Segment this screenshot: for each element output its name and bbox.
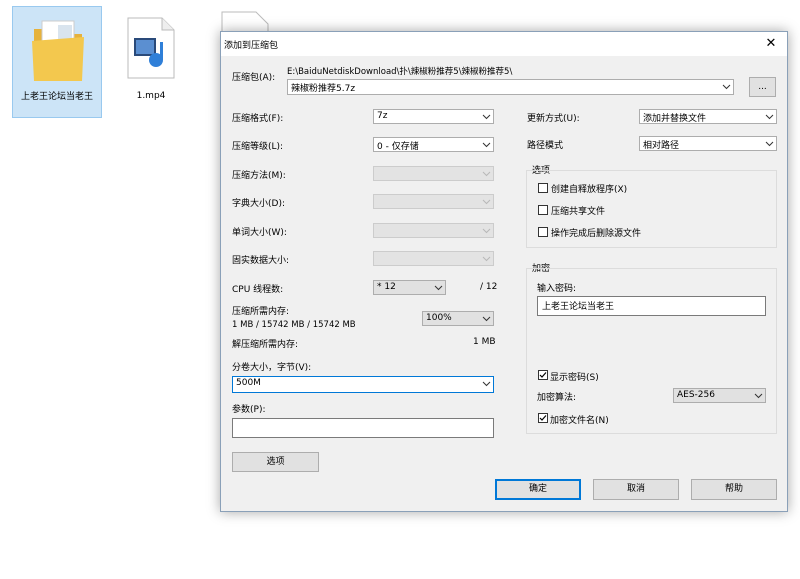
video-file-label: 1.mp4 bbox=[136, 91, 166, 101]
delete-checkbox[interactable] bbox=[538, 227, 548, 237]
path-mode-value: 相对路径 bbox=[643, 141, 680, 151]
desktop-video-item[interactable]: 1.mp4 bbox=[106, 6, 196, 118]
chevron-down-icon bbox=[482, 114, 491, 120]
dict-select bbox=[373, 194, 494, 209]
dict-label: 字典大小(D): bbox=[232, 199, 285, 209]
update-label: 更新方式(U): bbox=[527, 114, 580, 124]
solid-select bbox=[373, 251, 494, 266]
level-value: 0 - 仅存储 bbox=[377, 142, 419, 152]
mem-decompress-label: 解压缩所需内存: bbox=[232, 340, 299, 350]
check-icon bbox=[539, 415, 547, 421]
help-label: 帮助 bbox=[724, 484, 743, 494]
enc-method-select[interactable]: AES-256 bbox=[673, 388, 766, 403]
chevron-down-icon bbox=[482, 316, 491, 322]
cancel-label: 取消 bbox=[626, 484, 645, 494]
check-icon bbox=[539, 372, 547, 378]
encrypt-names-label: 加密文件名(N) bbox=[550, 416, 609, 426]
cpu-value: * 12 bbox=[377, 282, 396, 292]
folder-icon bbox=[32, 20, 84, 81]
format-select[interactable]: 7z bbox=[373, 109, 494, 124]
cpu-select[interactable]: * 12 bbox=[373, 280, 446, 295]
chevron-down-icon bbox=[765, 141, 774, 147]
level-select[interactable]: 0 - 仅存储 bbox=[373, 137, 494, 152]
delete-label: 操作完成后删除源文件 bbox=[551, 229, 642, 239]
ok-button[interactable]: 确定 bbox=[495, 479, 581, 500]
chevron-down-icon bbox=[482, 142, 491, 148]
chevron-down-icon bbox=[765, 114, 774, 120]
chevron-down-icon bbox=[722, 84, 731, 90]
word-label: 单词大小(W): bbox=[232, 228, 287, 238]
chevron-down-icon bbox=[482, 171, 491, 177]
enc-method-value: AES-256 bbox=[677, 390, 715, 400]
desktop-folder-item[interactable]: 上老王论坛当老王 bbox=[12, 6, 102, 118]
dialog-title: 添加到压缩包 bbox=[224, 41, 279, 51]
enc-method-label: 加密算法: bbox=[537, 393, 577, 403]
cancel-button[interactable]: 取消 bbox=[593, 479, 679, 500]
solid-label: 固实数据大小: bbox=[232, 256, 290, 266]
password-input[interactable]: 上老王论坛当老王 bbox=[537, 296, 766, 316]
password-value: 上老王论坛当老王 bbox=[542, 302, 615, 312]
encrypt-names-checkbox[interactable] bbox=[538, 413, 548, 423]
mem-compress-label: 压缩所需内存: bbox=[232, 307, 290, 317]
mem-decompress-value: 1 MB bbox=[473, 337, 496, 347]
mem-percent-select[interactable]: 100% bbox=[422, 311, 494, 326]
folder-label: 上老王论坛当老王 bbox=[20, 92, 93, 102]
format-label: 压缩格式(F): bbox=[232, 114, 284, 124]
options-button-label: 选项 bbox=[266, 457, 285, 467]
chevron-down-icon bbox=[754, 393, 763, 399]
mem-percent-value: 100% bbox=[426, 313, 452, 323]
chevron-down-icon bbox=[434, 285, 443, 291]
update-select[interactable]: 添加并替换文件 bbox=[639, 109, 777, 124]
params-input[interactable] bbox=[232, 418, 494, 438]
browse-button[interactable]: ... bbox=[749, 77, 776, 97]
help-button[interactable]: 帮助 bbox=[691, 479, 777, 500]
show-password-checkbox[interactable] bbox=[538, 370, 548, 380]
params-label: 参数(P): bbox=[232, 405, 266, 415]
format-value: 7z bbox=[377, 111, 388, 121]
archive-label: 压缩包(A): bbox=[232, 73, 276, 83]
shared-label: 压缩共享文件 bbox=[551, 207, 606, 217]
show-password-label: 显示密码(S) bbox=[550, 373, 599, 383]
chevron-down-icon bbox=[482, 228, 491, 234]
sfx-checkbox[interactable] bbox=[538, 183, 548, 193]
cpu-label: CPU 线程数: bbox=[232, 285, 284, 295]
archive-path: E:\BaiduNetdiskDownload\扑\辣椒粉推荐5\辣椒粉推荐5\ bbox=[287, 67, 513, 77]
title-bar[interactable]: 添加到压缩包 ✕ bbox=[221, 32, 787, 56]
video-file-icon bbox=[127, 17, 175, 79]
volume-label: 分卷大小，字节(V): bbox=[232, 363, 312, 373]
ok-label: 确定 bbox=[528, 484, 547, 494]
cpu-total: / 12 bbox=[480, 282, 498, 292]
mem-compress-detail: 1 MB / 15742 MB / 15742 MB bbox=[232, 320, 356, 330]
archive-name-combo[interactable]: 辣椒粉推荐5.7z bbox=[287, 79, 734, 95]
method-select bbox=[373, 166, 494, 181]
options-button[interactable]: 选项 bbox=[232, 452, 319, 472]
password-label: 输入密码: bbox=[537, 284, 577, 294]
close-button[interactable]: ✕ bbox=[755, 32, 787, 56]
chevron-down-icon bbox=[482, 199, 491, 205]
archive-filename: 辣椒粉推荐5.7z bbox=[291, 84, 356, 94]
method-label: 压缩方法(M): bbox=[232, 171, 286, 181]
word-select bbox=[373, 223, 494, 238]
volume-value: 500M bbox=[236, 378, 261, 388]
path-mode-select[interactable]: 相对路径 bbox=[639, 136, 777, 151]
add-to-archive-dialog: 添加到压缩包 ✕ 压缩包(A): E:\BaiduNetdiskDownload… bbox=[220, 31, 788, 512]
chevron-down-icon bbox=[482, 381, 491, 387]
browse-label: ... bbox=[758, 82, 767, 92]
level-label: 压缩等级(L): bbox=[232, 142, 284, 152]
volume-select[interactable]: 500M bbox=[232, 376, 494, 393]
sfx-label: 创建自释放程序(X) bbox=[551, 185, 628, 195]
chevron-down-icon bbox=[482, 256, 491, 262]
shared-checkbox[interactable] bbox=[538, 205, 548, 215]
path-mode-label: 路径模式 bbox=[527, 141, 564, 151]
update-value: 添加并替换文件 bbox=[643, 114, 707, 124]
